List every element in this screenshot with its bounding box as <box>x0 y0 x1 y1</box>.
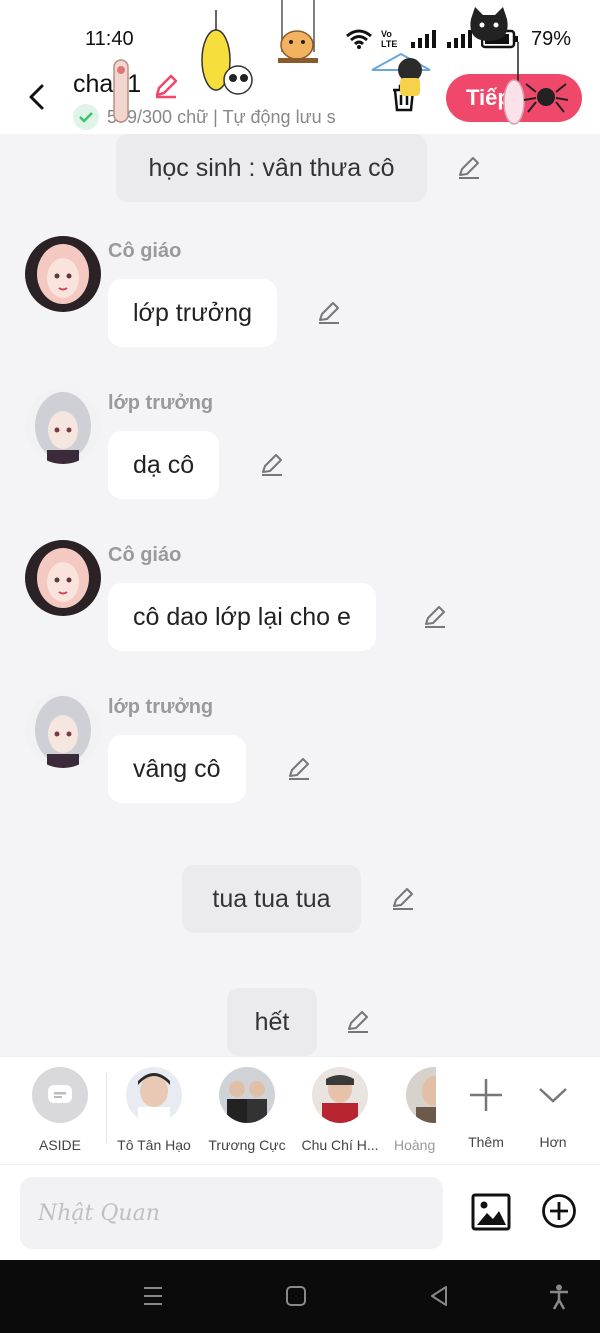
character-item[interactable]: Chu Chí H... <box>298 1067 382 1153</box>
character-avatar <box>126 1067 182 1123</box>
narration-bubble[interactable]: hết <box>227 988 317 1056</box>
image-icon[interactable] <box>471 1193 511 1231</box>
strawberry-sticker-icon <box>113 59 129 123</box>
edit-pencil-icon[interactable] <box>455 154 483 182</box>
edit-pencil-icon[interactable] <box>315 299 343 327</box>
edit-pencil-icon[interactable] <box>421 603 449 631</box>
accessibility-icon[interactable] <box>548 1284 570 1310</box>
hanging-toy-icon <box>201 10 253 95</box>
dialogue-bubble[interactable]: cô dao lớp lại cho e <box>108 583 376 651</box>
character-label: ASIDE <box>38 1137 81 1153</box>
speaker-name: Cô giáo <box>108 240 182 262</box>
edit-pencil-icon[interactable] <box>344 1008 372 1036</box>
speaker-name: lớp trưởng <box>108 392 214 414</box>
avatar-monitor[interactable] <box>25 692 101 768</box>
system-nav-bar <box>0 1260 600 1333</box>
story-chat-area[interactable]: học sinh : vân thưa cô Cô giáo lớp trưởn… <box>0 134 600 1056</box>
word-count-text: 579/300 chữ | Tự động lưu s <box>107 106 336 127</box>
status-time: 11:40 <box>85 28 134 50</box>
character-aside[interactable]: ASIDE <box>28 1067 92 1153</box>
dialogue-bubble[interactable]: dạ cô <box>108 431 220 499</box>
edit-title-icon[interactable] <box>152 72 180 100</box>
narration-text: học sinh : vân thưa cô <box>148 153 395 182</box>
cat-sticker-icon <box>470 7 508 41</box>
speaker-name: Cô giáo <box>108 544 182 566</box>
shiba-swing-icon <box>278 0 318 63</box>
character-item[interactable]: Trương Cực <box>206 1067 288 1153</box>
narration-bubble[interactable]: tua tua tua <box>182 865 361 933</box>
plus-icon <box>470 1079 502 1111</box>
message-input[interactable] <box>20 1177 443 1249</box>
character-label: Thêm <box>468 1134 504 1150</box>
narration-bubble[interactable]: học sinh : vân thưa cô <box>116 134 427 202</box>
dialogue-bubble[interactable]: lớp trưởng <box>108 279 278 347</box>
edit-pencil-icon[interactable] <box>258 451 286 479</box>
character-label: Tô Tân Hạo <box>117 1137 191 1153</box>
dialogue-bubble[interactable]: vâng cô <box>108 735 246 803</box>
back-arrow-icon[interactable] <box>22 80 52 114</box>
character-avatar <box>219 1067 275 1123</box>
dialogue-text: vâng cô <box>133 754 221 783</box>
back-triangle-icon[interactable] <box>428 1284 450 1308</box>
divider <box>106 1073 107 1143</box>
character-avatar <box>312 1067 368 1123</box>
character-label: Chu Chí H... <box>301 1137 379 1153</box>
speaker-name: lớp trưởng <box>108 696 214 718</box>
avatar-monitor[interactable] <box>25 388 101 464</box>
spider-sticker-icon <box>503 42 569 125</box>
message-input-bar <box>0 1164 600 1260</box>
avatar-teacher[interactable] <box>25 540 101 616</box>
wifi-icon <box>346 29 372 49</box>
character-item[interactable]: Tô Tân Hạo <box>114 1067 194 1153</box>
avatar-teacher[interactable] <box>25 236 101 312</box>
character-item[interactable]: Hoàng <box>392 1067 436 1153</box>
recent-apps-icon[interactable] <box>142 1284 164 1308</box>
character-selector: ASIDE Tô Tân Hạo Trương Cực Chu Chí H...… <box>0 1056 600 1164</box>
aside-icon <box>32 1067 88 1123</box>
narration-text: hết <box>254 1007 290 1036</box>
character-label: Trương Cực <box>208 1137 286 1153</box>
dialogue-text: lớp trưởng <box>133 298 253 327</box>
chevron-down-icon <box>539 1088 567 1103</box>
dialogue-text: dạ cô <box>133 450 195 479</box>
narration-text: tua tua tua <box>212 884 331 913</box>
character-avatar <box>406 1067 436 1123</box>
add-icon[interactable] <box>541 1193 577 1229</box>
add-character-button[interactable]: Thêm <box>458 1067 514 1150</box>
home-icon[interactable] <box>285 1284 307 1308</box>
edit-pencil-icon[interactable] <box>389 885 417 913</box>
edit-pencil-icon[interactable] <box>285 755 313 783</box>
character-label: Hoàng <box>394 1137 436 1153</box>
character-label: Hơn <box>539 1134 567 1150</box>
saved-check-icon <box>73 104 99 130</box>
dialogue-text: cô dao lớp lại cho e <box>133 602 351 631</box>
hanger-girl-sticker-icon <box>371 52 431 96</box>
more-characters-button[interactable]: Hơn <box>528 1067 578 1150</box>
